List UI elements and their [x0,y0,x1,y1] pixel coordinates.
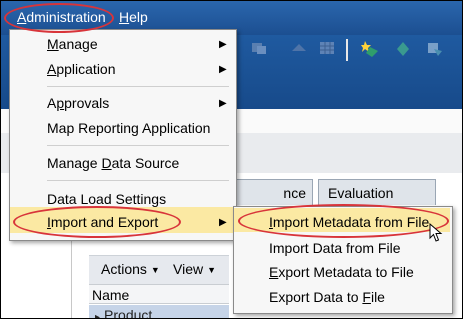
toolbar-separator [346,39,348,61]
caret-down-icon: ▼ [150,265,160,275]
toolbar-new-icon[interactable] [361,40,379,58]
grid-column-header-name[interactable]: Name [89,284,229,304]
menu-item-data-load-settings[interactable]: Data Load Settings [47,191,166,207]
menu-item-approvals[interactable]: Approvals [47,95,109,111]
menu-item-map-reporting-application[interactable]: Map Reporting Application [47,120,210,136]
menu-item-application[interactable]: Application [47,61,116,77]
submenu-item-import-data[interactable]: Import Data from File [269,240,400,256]
tab-evaluation-order[interactable]: Evaluation Order [318,179,436,227]
menu-separator [47,180,229,181]
grid-row-label: Product [104,307,153,319]
menu-separator [47,86,229,87]
toolbar-cube-icon[interactable] [396,41,410,57]
toolbar-validate-icon[interactable] [291,41,307,55]
tab-inference-settings[interactable]: nce Settings [229,179,313,205]
toolbar-grid-icon[interactable] [319,41,335,55]
callout-import-and-export [13,206,181,238]
expand-icon[interactable]: ▸ [95,312,100,318]
caret-down-icon: ▼ [207,265,217,275]
application-window: Administration Help nce Settings Evaluat… [0,0,463,319]
help-menu[interactable]: Help [119,9,148,25]
grid-row[interactable]: ▸ Product [89,305,229,319]
submenu-arrow-icon: ▶ [219,64,227,75]
menu-item-manage-data-source[interactable]: Manage Data Source [47,155,179,171]
submenu-arrow-icon: ▶ [219,217,227,228]
toolbar-deploy-icon[interactable] [426,41,444,57]
view-menu-button[interactable]: View ▼ [173,261,216,277]
submenu-arrow-icon: ▶ [219,98,227,109]
submenu-item-export-metadata[interactable]: Export Metadata to File [269,264,414,280]
mouse-pointer-icon [429,223,443,242]
menu-item-manage[interactable]: Manage [47,36,98,52]
actions-menu-button[interactable]: Actions ▼ [101,261,160,277]
submenu-item-export-data[interactable]: Export Data to File [269,289,385,305]
callout-administration [4,3,114,33]
callout-import-metadata [238,204,449,238]
toolbar-refresh-icon[interactable] [251,41,267,55]
submenu-arrow-icon: ▶ [219,39,227,50]
menu-separator [47,145,229,146]
